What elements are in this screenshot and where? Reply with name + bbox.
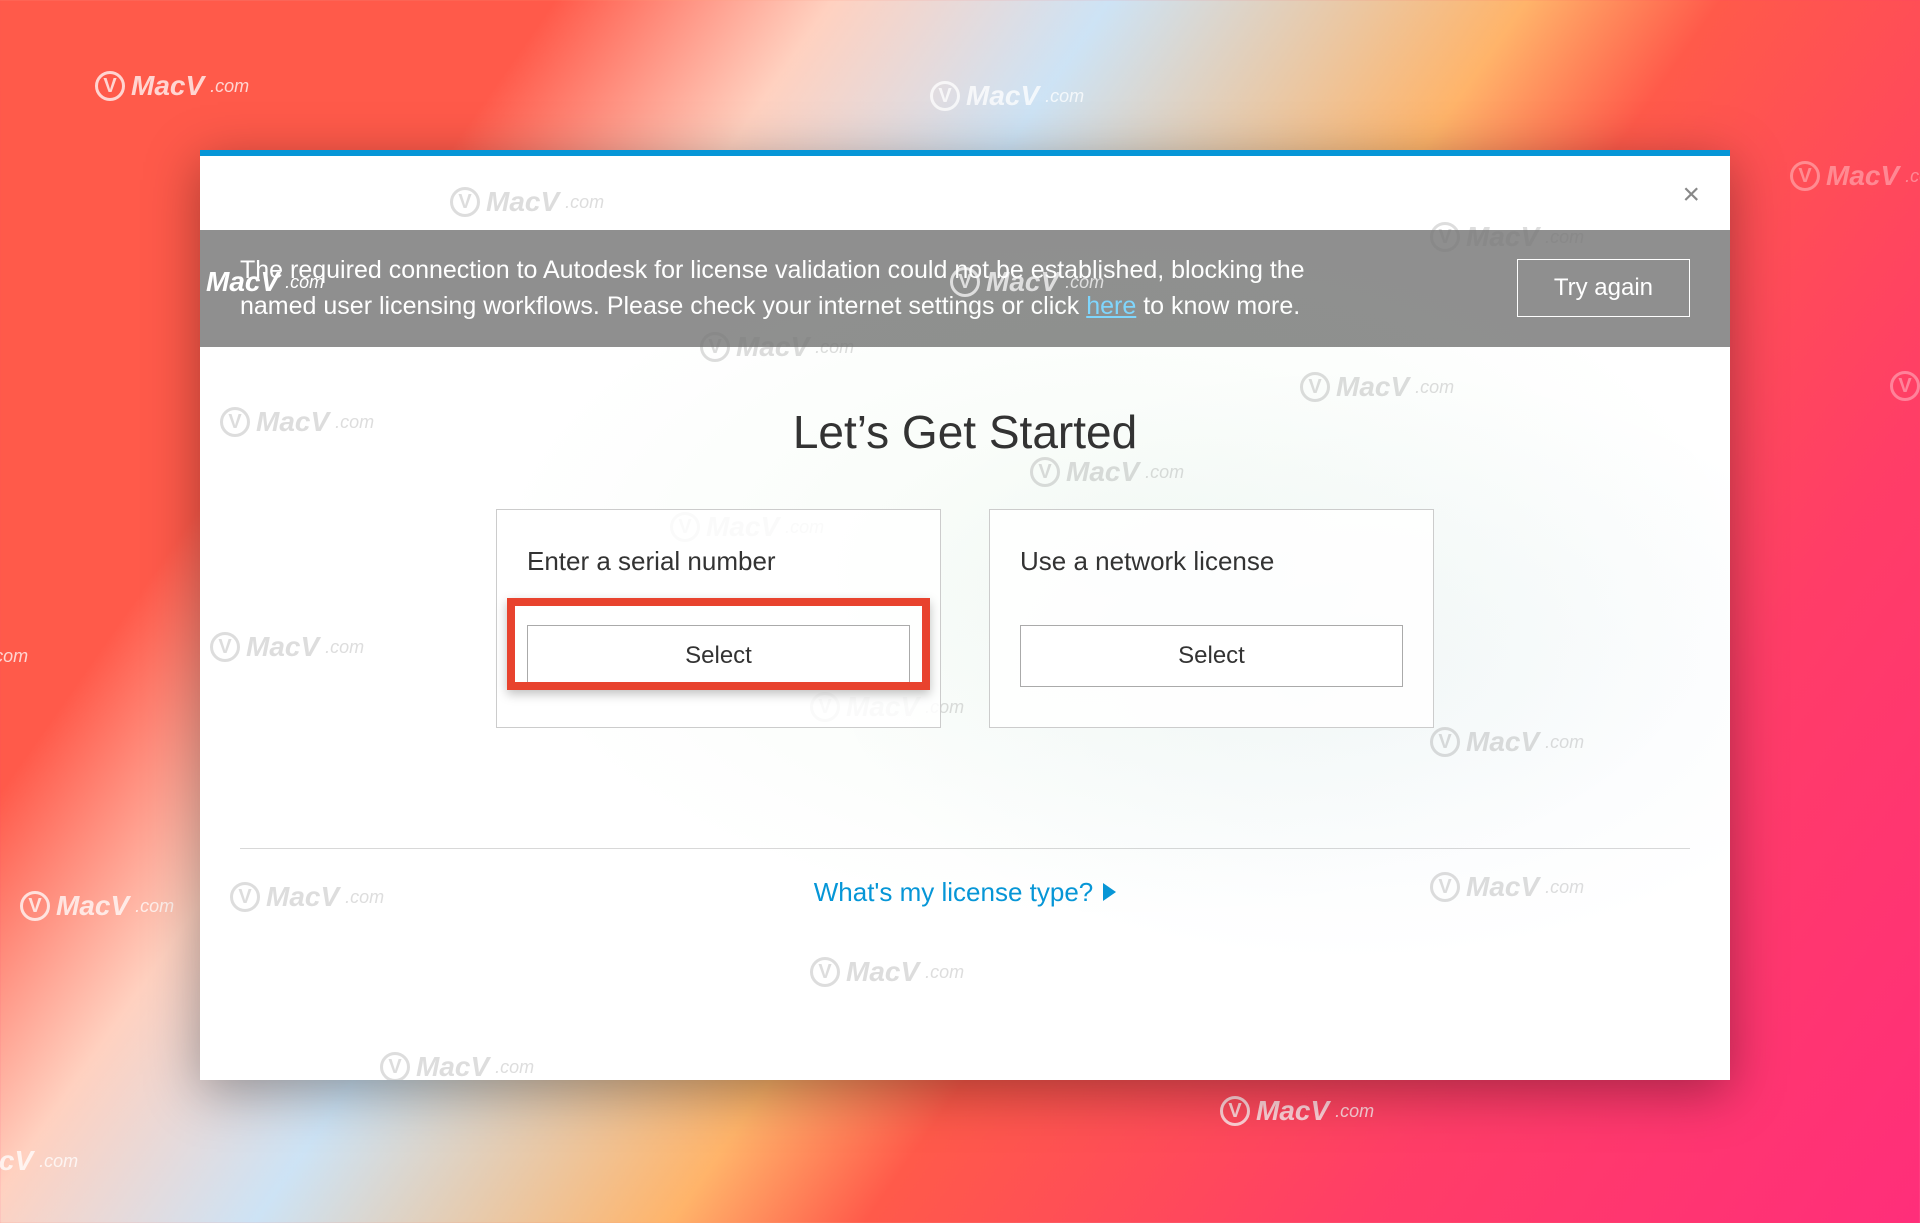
watermark: MacV.com [0, 640, 28, 672]
card-title: Use a network license [1020, 546, 1403, 577]
watermark: VMacV.com [1430, 726, 1584, 758]
watermark: VMacV.com [380, 1051, 534, 1080]
dialog-title: Let’s Get Started [240, 405, 1690, 459]
watermark: VMacV.com [810, 956, 964, 988]
try-again-button[interactable]: Try again [1517, 259, 1690, 317]
chevron-right-icon [1103, 883, 1116, 901]
card-serial-number: Enter a serial number Select [496, 509, 941, 728]
dialog-header: × [200, 156, 1730, 230]
license-options: Enter a serial number Select Use a netwo… [240, 509, 1690, 728]
watermark: VMacV.com [95, 70, 249, 102]
footer: What's my license type? [200, 849, 1730, 942]
watermark: MacV.com [0, 1145, 78, 1177]
warning-here-link[interactable]: here [1086, 292, 1136, 320]
close-button[interactable]: × [1682, 180, 1700, 210]
card-network-license: Use a network license Select [989, 509, 1434, 728]
watermark: VMacV.com [1890, 370, 1920, 402]
watermark: VMacV.com [20, 890, 174, 922]
watermark: VMacV.com [930, 80, 1084, 112]
select-serial-button[interactable]: Select [527, 625, 910, 687]
footer-link-label: What's my license type? [814, 877, 1094, 908]
warning-text: The required connection to Autodesk for … [240, 252, 1340, 325]
license-dialog: VMacV.com VMacV.com VMacV.com VMacV.com … [200, 150, 1730, 1080]
dialog-main: Let’s Get Started Enter a serial number … [200, 347, 1730, 728]
watermark: VMacV.com [1220, 1095, 1374, 1127]
card-title: Enter a serial number [527, 546, 910, 577]
warning-text-after: to know more. [1136, 292, 1300, 320]
select-network-button[interactable]: Select [1020, 625, 1403, 687]
connection-warning-bar: The required connection to Autodesk for … [200, 230, 1730, 347]
license-type-help-link[interactable]: What's my license type? [814, 877, 1117, 908]
watermark: VMacV.com [1790, 160, 1920, 192]
